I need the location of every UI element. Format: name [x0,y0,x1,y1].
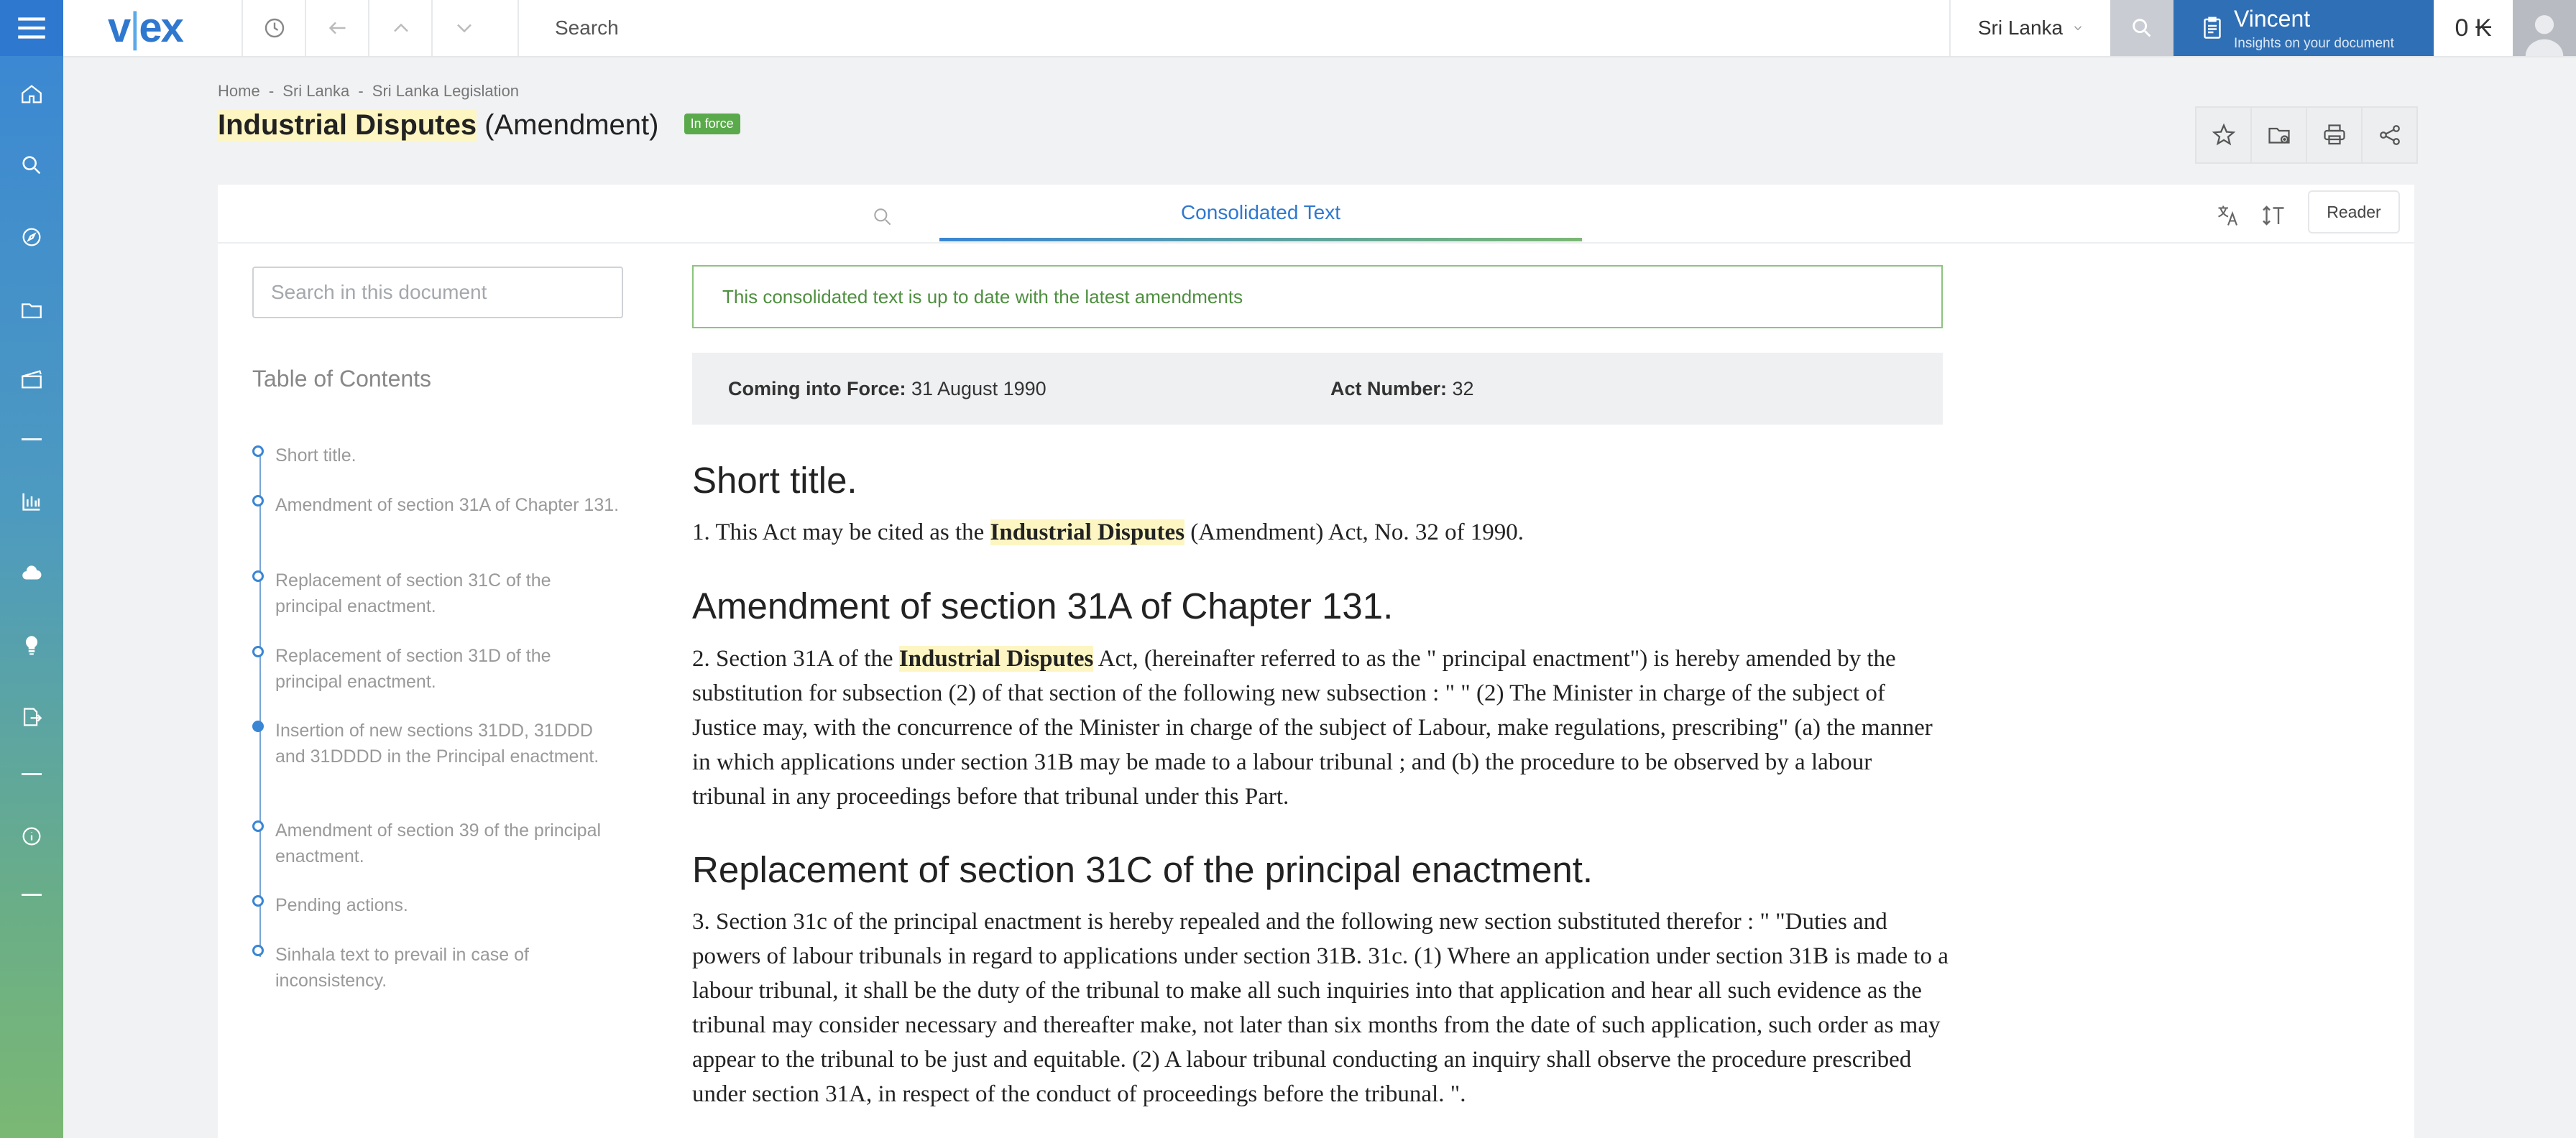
toc-item-label: Short title. [275,445,356,466]
share-button[interactable] [2363,108,2416,162]
breadcrumb: Home - Sri Lanka - Sri Lanka Legislation [218,82,523,101]
tab-consolidated-text[interactable]: Consolidated Text [939,185,1582,241]
document-metadata: Coming into Force: 31 August 1990 Act Nu… [692,353,1943,425]
breadcrumb-separator: - [358,82,364,100]
toc-item-label: Amendment of section 39 of the principal… [275,820,602,866]
info-icon[interactable] [0,815,63,858]
search-icon[interactable] [0,144,63,187]
search-icon [874,208,891,226]
sidebar-divider [22,438,42,440]
toc-item-label: Amendment of section 31A of Chapter 131. [275,495,620,515]
text-size-icon [2263,205,2284,226]
toc-dot [252,895,264,907]
document-search-input[interactable] [252,267,623,318]
text-size-button[interactable] [2256,198,2292,233]
section-title: Replacement of section 31C of the princi… [692,849,1593,890]
history-icon[interactable] [242,0,306,56]
consolidated-notice: This consolidated text is up to date wit… [692,265,1943,328]
country-label: Sri Lanka [1977,17,2064,39]
credits-counter[interactable]: 0 ₭ [2434,0,2513,56]
left-sidebar [0,0,63,1138]
translate-button[interactable] [2210,198,2246,233]
toc-dot [252,945,264,956]
country-selector[interactable]: Sri Lanka [1949,0,2112,56]
user-icon [2525,15,2564,56]
home-icon[interactable] [0,73,63,116]
tab-search[interactable] [865,199,901,235]
assistant-name: Vincent [2234,6,2311,32]
title-rest: (Amendment) [477,109,659,141]
toc-dot [252,820,264,832]
section-body: 1. This Act may be cited as the Industri… [692,519,1524,545]
vincent-assistant-button[interactable]: Vincent Insights on your document [2174,0,2434,56]
print-button[interactable] [2307,108,2363,162]
lightbulb-icon[interactable] [0,624,63,667]
toc-item-label: Replacement of section 31C of the princi… [275,570,551,616]
reader-button[interactable]: Reader [2308,190,2400,233]
toc-item-label: Replacement of section 31D of the princi… [275,646,551,692]
translate-icon [2218,205,2237,226]
favorite-button[interactable] [2196,108,2252,162]
toc-timeline [259,454,261,957]
assistant-subtitle: Insights on your document [2234,36,2394,51]
search-icon [2133,19,2151,37]
sidebar-divider [22,894,42,896]
coming-into-force: Coming into Force: 31 August 1990 [728,378,1046,399]
share-icon [2379,125,2400,145]
star-icon [2212,123,2235,146]
folder-icon[interactable] [0,289,63,332]
vlex-logo[interactable]: v|ex [108,4,184,52]
section-body: 3. Section 31c of the principal enactmen… [692,909,1949,1107]
hamburger-menu-icon[interactable] [0,0,63,56]
breadcrumb-legislation[interactable]: Sri Lanka Legislation [372,82,519,100]
avatar[interactable] [2513,0,2576,56]
page-title: Industrial Disputes (Amendment) In force [218,109,740,142]
compass-icon[interactable] [0,216,63,259]
toc-item-label: Pending actions. [275,895,408,915]
sidebar-divider [22,773,42,775]
toc-heading: Table of Contents [252,366,432,392]
title-highlight: Industrial Disputes [218,109,477,141]
back-arrow-icon[interactable] [305,0,369,56]
breadcrumb-sri-lanka[interactable]: Sri Lanka [282,82,349,100]
search-button[interactable] [2110,0,2174,56]
folder-add-icon [2268,127,2290,144]
top-bar: v|ex Sri Lanka Vincent Insights on your … [0,0,2576,57]
toc-dot [252,495,264,506]
toc-dot-active [252,721,264,732]
chevron-up-icon[interactable] [368,0,433,56]
act-number: Act Number: 32 [1330,378,1474,399]
section-title: Short title. [692,460,857,501]
toc-dot [252,445,264,457]
clipboard-icon [2204,17,2221,39]
clapperboard-icon[interactable] [0,358,63,401]
toc-dot [252,570,264,582]
chevron-down-icon [2074,26,2082,31]
toc-item-label: Sinhala text to prevail in case of incon… [275,945,529,991]
add-to-folder-button[interactable] [2252,108,2307,162]
breadcrumb-home[interactable]: Home [218,82,260,100]
printer-icon [2323,124,2345,145]
breadcrumb-separator: - [268,82,275,100]
toc-dot [252,646,264,657]
global-search-input[interactable] [518,0,2012,56]
document-card: Consolidated Text Reader Table of Conten… [218,185,2414,1138]
active-tab-indicator [939,238,1582,241]
chevron-down-icon[interactable] [431,0,496,56]
tab-bar: Consolidated Text Reader [218,185,2414,244]
cloud-icon[interactable] [0,552,63,595]
status-badge: In force [684,113,740,134]
export-icon[interactable] [0,695,63,739]
section-body: 2. Section 31A of the Industrial Dispute… [692,646,1933,810]
document-actions [2195,106,2418,164]
toc-item-label: Insertion of new sections 31DD, 31DDD an… [275,721,599,767]
bar-chart-icon[interactable] [0,480,63,523]
section-title: Amendment of section 31A of Chapter 131. [692,586,1394,626]
